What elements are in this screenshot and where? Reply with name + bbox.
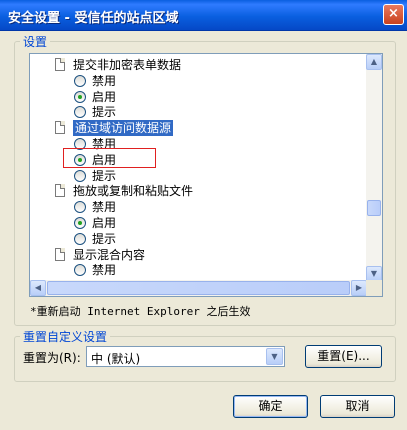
radio-button[interactable] xyxy=(74,169,86,182)
settings-option-label: 提示 xyxy=(92,168,117,183)
settings-option-label: 禁用 xyxy=(92,73,117,88)
document-icon xyxy=(55,58,65,71)
document-icon xyxy=(55,247,65,261)
reset-to-label: 重置为(R): xyxy=(23,351,81,365)
settings-option-label: 提示 xyxy=(92,105,117,120)
radio-button[interactable] xyxy=(74,74,86,87)
settings-option-label: 启用 xyxy=(92,89,117,104)
vertical-scrollbar[interactable]: ▲ ▼ xyxy=(366,54,382,282)
document-icon xyxy=(55,184,65,198)
settings-category-label: 显示混合内容 xyxy=(73,247,146,262)
settings-category-label: 通过域访问数据源 xyxy=(73,120,174,137)
settings-group-label: 设置 xyxy=(20,33,51,50)
reset-button[interactable]: 重置(E)... xyxy=(305,345,382,368)
settings-option-label: 禁用 xyxy=(92,200,117,215)
scroll-left-button[interactable]: ◀ xyxy=(30,280,46,296)
radio-button[interactable] xyxy=(74,90,86,103)
radio-button[interactable] xyxy=(74,201,86,214)
horizontal-scrollbar[interactable]: ◀ ▶ xyxy=(30,280,367,296)
close-icon: × xyxy=(388,6,399,21)
document-icon xyxy=(55,121,65,135)
settings-category-label: 拖放或复制和粘贴文件 xyxy=(73,184,194,199)
settings-category-label: 提交非加密表单数据 xyxy=(73,58,182,72)
reset-level-dropdown[interactable]: 中 (默认) ▼ xyxy=(86,346,285,367)
settings-option-label: 提示 xyxy=(92,231,117,246)
cancel-button[interactable]: 取消 xyxy=(320,395,395,418)
window-title: 安全设置 - 受信任的站点区域 xyxy=(8,11,179,26)
ok-button[interactable]: 确定 xyxy=(233,395,308,418)
restart-note: *重新启动 Internet Explorer 之后生效 xyxy=(30,305,251,318)
radio-button[interactable] xyxy=(74,106,86,119)
settings-option-label: 禁用 xyxy=(92,263,117,278)
radio-button[interactable] xyxy=(74,232,86,245)
chevron-down-icon[interactable]: ▼ xyxy=(266,348,283,365)
settings-option-label: 启用 xyxy=(92,216,117,230)
reset-level-value: 中 (默认) xyxy=(91,352,141,366)
horizontal-scroll-thumb[interactable] xyxy=(47,281,350,295)
radio-button[interactable] xyxy=(74,217,86,229)
title-bar: 安全设置 - 受信任的站点区域 × xyxy=(0,0,407,31)
scroll-corner xyxy=(366,280,382,296)
radio-button[interactable] xyxy=(74,264,86,277)
settings-listbox[interactable]: 提交非加密表单数据 禁用 启用 提示 通过域访问数据源 禁用 启用 提示 拖放或复制和粘贴文件禁… xyxy=(29,53,383,297)
scroll-right-button[interactable]: ▶ xyxy=(351,280,367,296)
highlight-box xyxy=(63,148,156,168)
reset-group-label: 重置自定义设置 xyxy=(20,328,111,345)
scroll-up-button[interactable]: ▲ xyxy=(366,54,382,70)
close-button[interactable]: × xyxy=(383,4,404,25)
vertical-scroll-thumb[interactable] xyxy=(367,200,381,216)
